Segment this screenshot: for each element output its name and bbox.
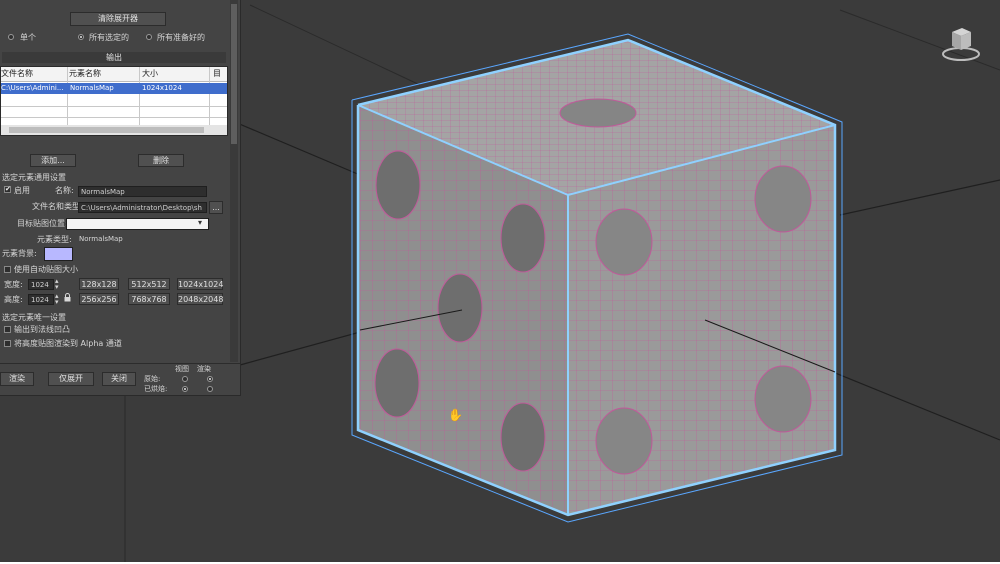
output-section-title[interactable]: 输出 (2, 52, 226, 63)
scope-single-radio[interactable] (8, 34, 14, 40)
col-header-element[interactable]: 元素名称 (69, 67, 101, 81)
table-row[interactable]: C:\Users\Admini... NormalsMap 1024x1024 (1, 83, 227, 94)
output-bump-checkbox[interactable] (4, 326, 11, 333)
common-settings-title: 选定元素通用设置 (2, 173, 66, 182)
alpha-checkbox[interactable] (4, 340, 11, 347)
size-preset-2048[interactable]: 2048x2048 (177, 293, 223, 305)
scope-single-label: 单个 (20, 33, 36, 42)
size-preset-128[interactable]: 128x128 (79, 278, 119, 290)
width-spinner-icon[interactable]: ▴ ▾ (55, 278, 59, 291)
delete-button[interactable]: 删除 (138, 154, 184, 167)
close-button[interactable]: 关闭 (102, 372, 136, 386)
grid-line (249, 4, 421, 86)
cube-mesh (351, 33, 843, 523)
element-type-value: NormalsMap (79, 235, 123, 243)
view-label: 视图 (175, 365, 189, 373)
add-button[interactable]: 添加... (30, 154, 76, 167)
scope-all-selected-label: 所有选定的 (89, 33, 129, 42)
col-header-target[interactable]: 目标 (213, 67, 227, 92)
output-bump-label: 输出到法线凹凸 (14, 325, 70, 334)
unique-settings-title: 选定元素唯一设置 (2, 313, 66, 322)
baked-label: 已烘焙: (144, 385, 168, 393)
unwrap-only-button[interactable]: 仅展开 (48, 372, 94, 386)
target-map-label: 目标贴图位置: (17, 219, 68, 228)
auto-size-label: 使用自动贴图大小 (14, 265, 78, 274)
enable-label: 启用 (14, 186, 30, 195)
alpha-label: 将高度贴图渲染到 Alpha 通道 (14, 339, 122, 348)
scope-all-selected-radio[interactable] (78, 34, 84, 40)
target-map-select[interactable] (66, 218, 209, 230)
size-preset-512[interactable]: 512x512 (128, 278, 170, 290)
size-preset-256[interactable]: 256x256 (79, 293, 119, 305)
render-button[interactable]: 渲染 (0, 372, 34, 386)
table-horizontal-scrollbar[interactable] (1, 125, 227, 135)
element-type-label: 元素类型: (37, 235, 72, 244)
grid-line (229, 119, 361, 176)
browse-button[interactable]: ... (209, 201, 223, 214)
name-label: 名称: (55, 186, 74, 195)
scope-all-prepared-radio[interactable] (146, 34, 152, 40)
output-table[interactable]: 文件名称 元素名称 大小 目标 C:\Users\Admini... Norma… (0, 66, 228, 136)
size-preset-1024[interactable]: 1024x1024 (177, 278, 223, 290)
hand-cursor-icon: ✋ (448, 408, 463, 422)
file-type-label: 文件名和类型: (32, 202, 83, 211)
baked-view-radio[interactable] (182, 386, 188, 392)
name-input[interactable]: NormalsMap (78, 186, 207, 197)
cell-element: NormalsMap (70, 84, 114, 92)
render-label: 渲染 (197, 365, 211, 373)
original-render-radio[interactable] (207, 376, 213, 382)
cell-filename: C:\Users\Admini... (1, 84, 64, 92)
panel-vertical-scrollbar[interactable] (230, 0, 238, 362)
auto-size-checkbox[interactable] (4, 266, 11, 273)
cell-size: 1024x1024 (142, 84, 182, 92)
element-bg-swatch[interactable] (44, 247, 73, 261)
original-label: 原始: (144, 375, 161, 383)
width-input[interactable]: 1024 (28, 279, 54, 290)
size-preset-768[interactable]: 768x768 (128, 293, 170, 305)
lock-icon[interactable] (64, 293, 71, 302)
clear-unwrapper-button[interactable]: 清除展开器 (70, 12, 166, 26)
grid-line (839, 179, 1000, 216)
height-spinner-icon[interactable]: ▴ ▾ (55, 293, 59, 306)
col-header-size[interactable]: 大小 (142, 67, 158, 81)
height-label: 高度: (4, 295, 23, 304)
width-label: 宽度: (4, 280, 23, 289)
view-cube-icon[interactable] (940, 22, 982, 64)
chevron-down-icon[interactable]: ▾ (198, 218, 202, 227)
file-path-input[interactable]: C:\Users\Administrator\Desktop\sh (78, 202, 207, 213)
height-input[interactable]: 1024 (28, 294, 54, 305)
render-to-texture-panel: 清除展开器 单个 所有选定的 所有准备好的 输出 文件名称 元素名称 大小 目标… (0, 0, 241, 396)
enable-checkbox[interactable]: ✔ (4, 186, 11, 193)
scope-all-prepared-label: 所有准备好的 (157, 33, 205, 42)
col-header-filename[interactable]: 文件名称 (1, 67, 33, 81)
baked-render-radio[interactable] (207, 386, 213, 392)
original-view-radio[interactable] (182, 376, 188, 382)
element-bg-label: 元素背景: (2, 249, 37, 258)
table-header (1, 67, 227, 82)
